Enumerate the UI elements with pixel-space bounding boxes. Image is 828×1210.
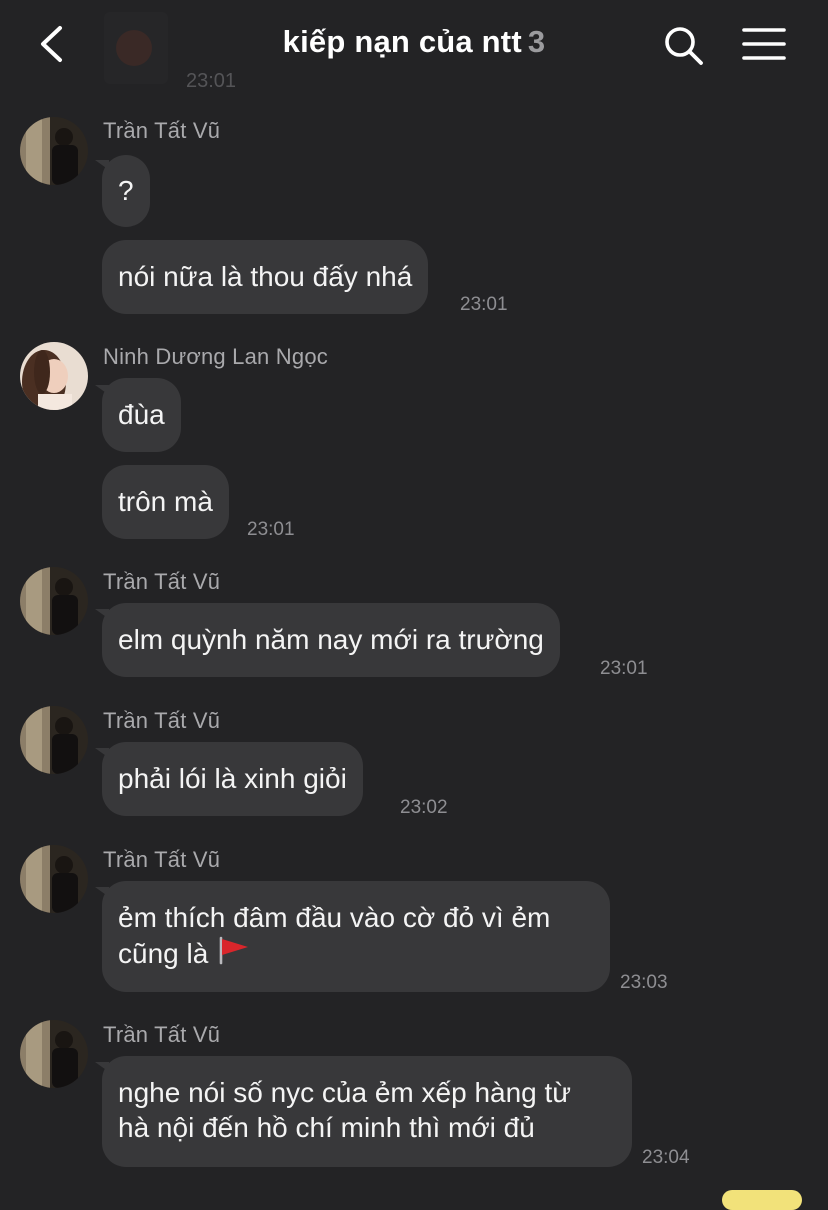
sender-name: Trần Tất Vũ: [103, 1022, 221, 1047]
avatar[interactable]: [20, 1020, 88, 1088]
chat-header: 23:01 kiếp nạn của ntt 3: [0, 0, 828, 95]
hamburger-menu-icon: [742, 28, 786, 60]
menu-button[interactable]: [740, 24, 788, 64]
message-text: cũng là: [118, 938, 209, 969]
avatar[interactable]: [20, 117, 88, 185]
back-button[interactable]: [30, 22, 74, 66]
message-time: 23:01: [247, 519, 295, 540]
message-time: 23:01: [600, 658, 648, 679]
message-text: nói nữa là thou đấy nhá: [118, 261, 413, 292]
red-flag-emoji: [219, 936, 249, 965]
message-bubble[interactable]: ?: [102, 155, 150, 227]
member-count: 3: [527, 24, 546, 59]
message-bubble[interactable]: ẻm thích đâm đầu vào cờ đỏ vì ẻm cũng là: [102, 881, 610, 992]
avatar[interactable]: [20, 845, 88, 913]
message-text: ?: [118, 175, 134, 206]
scrolled-emoji-sticker: [116, 30, 152, 66]
sender-name: Trần Tất Vũ: [103, 118, 221, 143]
search-button[interactable]: [660, 22, 706, 68]
message-time: 23:04: [642, 1147, 690, 1168]
sender-name: Trần Tất Vũ: [103, 708, 221, 733]
message-bubble[interactable]: elm quỳnh năm nay mới ra trường: [102, 603, 560, 677]
message-text-line-1: ẻm thích đâm đầu vào cờ đỏ vì ẻm: [118, 902, 551, 933]
message-text: elm quỳnh năm nay mới ra trường: [118, 624, 544, 655]
avatar[interactable]: [20, 342, 88, 410]
message-text-line-2: hà nội đến hồ chí minh thì mới đủ: [118, 1112, 535, 1143]
message-bubble[interactable]: phải lói là xinh giỏi: [102, 742, 363, 816]
scroll-to-bottom-badge[interactable]: [722, 1190, 802, 1210]
chevron-left-icon: [41, 26, 62, 62]
search-icon: [665, 27, 703, 65]
message-time: 23:01: [460, 294, 508, 315]
avatar[interactable]: [20, 706, 88, 774]
chat-title[interactable]: kiếp nạn của ntt: [283, 24, 522, 59]
message-text: phải lói là xinh giỏi: [118, 763, 347, 794]
message-bubble[interactable]: nói nữa là thou đấy nhá: [102, 240, 429, 314]
message-time: 23:02: [400, 797, 448, 818]
message-text: đùa: [118, 399, 165, 430]
message-time: 23:03: [620, 972, 668, 993]
message-bubble[interactable]: trôn mà: [102, 465, 229, 539]
message-text-line-2: cũng là: [118, 935, 594, 971]
sender-name: Trần Tất Vũ: [103, 847, 221, 872]
message-bubble[interactable]: đùa: [102, 378, 181, 452]
sender-name: Trần Tất Vũ: [103, 569, 221, 594]
message-text: trôn mà: [118, 486, 213, 517]
message-bubble[interactable]: nghe nói số nyc của ẻm xếp hàng từ hà nộ…: [102, 1056, 632, 1167]
message-text-line-1: nghe nói số nyc của ẻm xếp hàng từ: [118, 1077, 572, 1108]
sender-name: Ninh Dương Lan Ngọc: [103, 344, 328, 369]
avatar[interactable]: [20, 567, 88, 635]
scrolled-message-time: 23:01: [186, 70, 237, 92]
